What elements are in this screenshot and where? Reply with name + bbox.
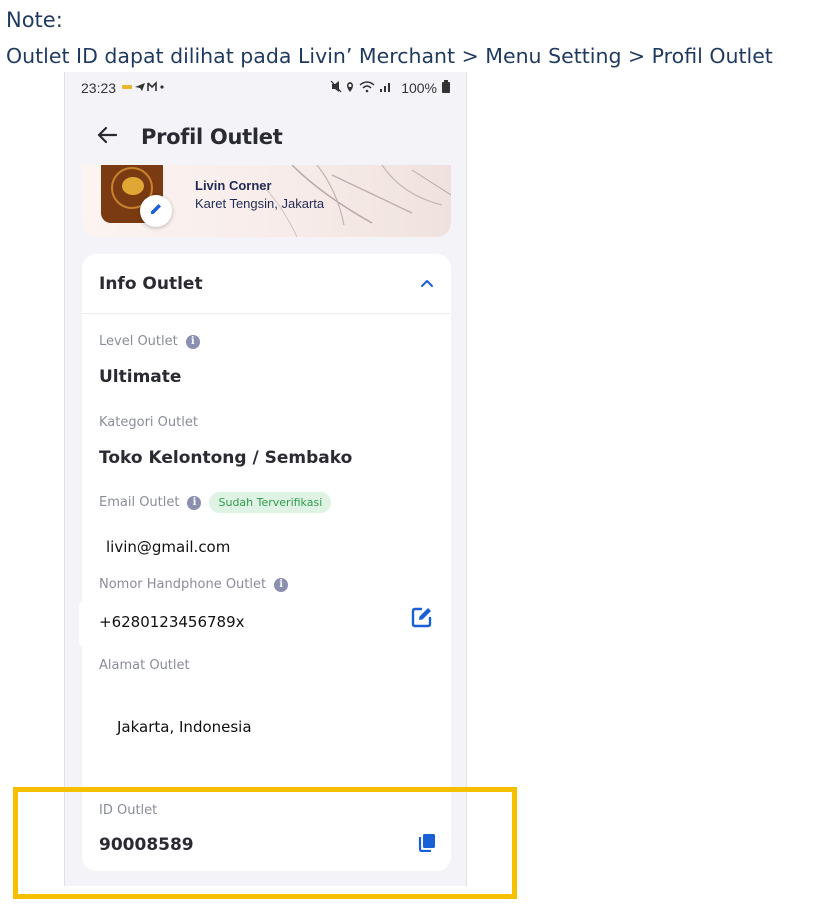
info-outlet-card: Info Outlet Level Outlet i Ultimate Kate… <box>79 254 451 871</box>
note-text: Outlet ID dapat dilihat pada Livin’ Merc… <box>6 44 773 68</box>
phone-outlet-value: +6280123456789x <box>99 613 245 631</box>
battery-icon <box>442 80 450 96</box>
edit-logo-button[interactable] <box>140 195 172 227</box>
status-bar: 23:23 100% <box>65 72 466 104</box>
back-button[interactable] <box>87 117 127 157</box>
phone-outlet-label: Nomor Handphone Outlet <box>99 577 267 592</box>
info-icon[interactable]: i <box>185 334 200 349</box>
outlet-location: Karet Tengsin, Jakarta <box>195 196 325 211</box>
chevron-up-icon <box>420 275 434 293</box>
info-icon[interactable]: i <box>187 495 202 510</box>
info-outlet-title: Info Outlet <box>99 273 203 294</box>
notification-icons <box>121 80 165 96</box>
system-status-icons <box>330 80 396 96</box>
phone-screen: 23:23 100% Profil Outlet Livin Corner Ka… <box>64 72 467 886</box>
app-bar: Profil Outlet <box>65 116 466 158</box>
back-arrow-icon <box>97 126 118 149</box>
level-outlet-label: Level Outlet <box>99 334 178 349</box>
id-outlet-label-row: ID Outlet <box>99 803 157 818</box>
battery-percentage: 100% <box>401 80 437 96</box>
email-outlet-label-row: Email Outlet i Sudah Terverifikasi <box>99 492 332 513</box>
level-outlet-label-row: Level Outlet i <box>99 334 200 349</box>
alamat-outlet-value: Jakarta, Indonesia <box>117 718 252 736</box>
id-outlet-label: ID Outlet <box>99 803 158 818</box>
kategori-outlet-label-row: Kategori Outlet <box>99 415 198 430</box>
level-outlet-value: Ultimate <box>99 367 182 387</box>
alamat-outlet-label: Alamat Outlet <box>99 658 190 673</box>
edit-phone-button[interactable] <box>409 606 435 632</box>
note-title: Note: <box>6 8 63 32</box>
id-outlet-value: 90008589 <box>99 835 194 855</box>
outlet-banner: Livin Corner Karet Tengsin, Jakarta <box>82 165 451 237</box>
pencil-icon <box>149 202 163 221</box>
email-outlet-label: Email Outlet <box>99 495 180 510</box>
outlet-name: Livin Corner <box>195 178 272 193</box>
edit-square-icon <box>411 606 433 633</box>
kategori-outlet-value: Toko Kelontong / Sembako <box>99 448 353 468</box>
verified-badge: Sudah Terverifikasi <box>209 492 332 513</box>
status-time: 23:23 <box>81 80 117 96</box>
phone-outlet-label-row: Nomor Handphone Outlet i <box>99 577 289 592</box>
alamat-outlet-label-row: Alamat Outlet <box>99 658 190 673</box>
page-title: Profil Outlet <box>141 125 283 149</box>
copy-id-button[interactable] <box>416 834 438 856</box>
copy-icon <box>418 833 436 857</box>
info-outlet-header[interactable]: Info Outlet <box>82 254 451 314</box>
note: Note: Outlet ID dapat dilihat pada Livin… <box>6 2 773 74</box>
kategori-outlet-label: Kategori Outlet <box>99 415 198 430</box>
email-outlet-value: livin@gmail.com <box>106 538 231 556</box>
info-icon[interactable]: i <box>274 577 289 592</box>
